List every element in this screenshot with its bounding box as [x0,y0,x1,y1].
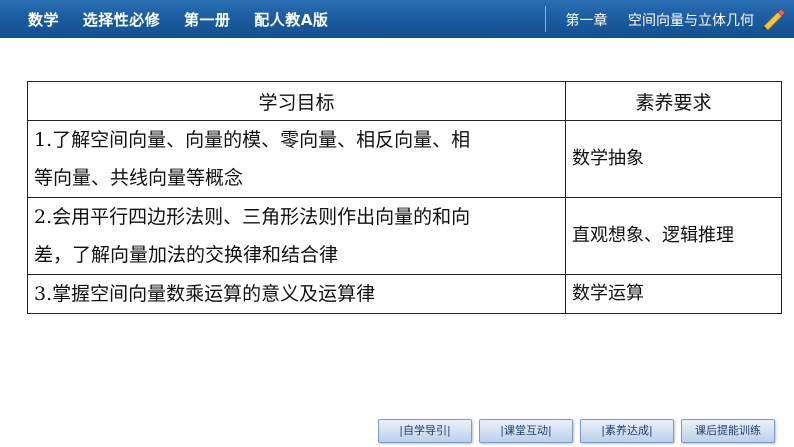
header-divider [545,6,546,32]
goal-cell: 2.会用平行四边形法则、三角形法则作出向量的和向 差，了解向量加法的交换律和结合… [27,197,566,275]
nav-literacy-button[interactable]: |素养达成| [580,419,674,443]
subject-label: 数学 [28,11,60,29]
nav-after-class-button[interactable]: 课后提能训练 [681,419,775,443]
goal-line: 3.掌握空间向量数乘运算的意义及运算律 [34,283,376,305]
header-literacy: 素养要求 [565,81,782,121]
table-row: 1.了解空间向量、向量的模、零向量、相反向量、相 等向量、共线向量等概念 数学抽… [27,120,782,198]
volume-label: 选择性必修 [82,11,161,29]
chapter-info: 第一章 空间向量与立体几何 [550,10,754,30]
nav-self-study-button[interactable]: |自学导引| [378,419,472,443]
goal-cell: 3.掌握空间向量数乘运算的意义及运算律 [27,274,566,314]
header-goals: 学习目标 [27,81,566,121]
header-bar: 数学 选择性必修 第一册 配人教A版 第一章 空间向量与立体几何 [0,0,794,38]
table-row: 3.掌握空间向量数乘运算的意义及运算律 数学运算 [27,274,782,314]
goal-line: 差，了解向量加法的交换律和结合律 [34,244,339,266]
table-header-row: 学习目标 素养要求 [27,81,782,121]
pencil-icon [762,8,786,31]
literacy-cell: 直观想象、逻辑推理 [565,197,782,275]
book-label: 第一册 [184,11,231,29]
goal-line: 2.会用平行四边形法则、三角形法则作出向量的和向 [34,206,471,228]
chapter-title: 空间向量与立体几何 [628,13,754,29]
goal-cell: 1.了解空间向量、向量的模、零向量、相反向量、相 等向量、共线向量等概念 [27,120,566,198]
goal-line: 1.了解空间向量、向量的模、零向量、相反向量、相 [34,129,471,151]
literacy-cell: 数学运算 [565,274,782,314]
learning-goals-table: 学习目标 素养要求 1.了解空间向量、向量的模、零向量、相反向量、相 等向量、共… [27,81,782,314]
literacy-cell: 数学抽象 [565,120,782,198]
book-info: 数学 选择性必修 第一册 配人教A版 [28,9,346,30]
nav-class-interaction-button[interactable]: |课堂互动| [479,419,573,443]
chapter-label: 第一章 [565,13,608,29]
edition-label: 配人教A版 [254,11,329,29]
table-row: 2.会用平行四边形法则、三角形法则作出向量的和向 差，了解向量加法的交换律和结合… [27,197,782,275]
goal-line: 等向量、共线向量等概念 [34,167,244,189]
